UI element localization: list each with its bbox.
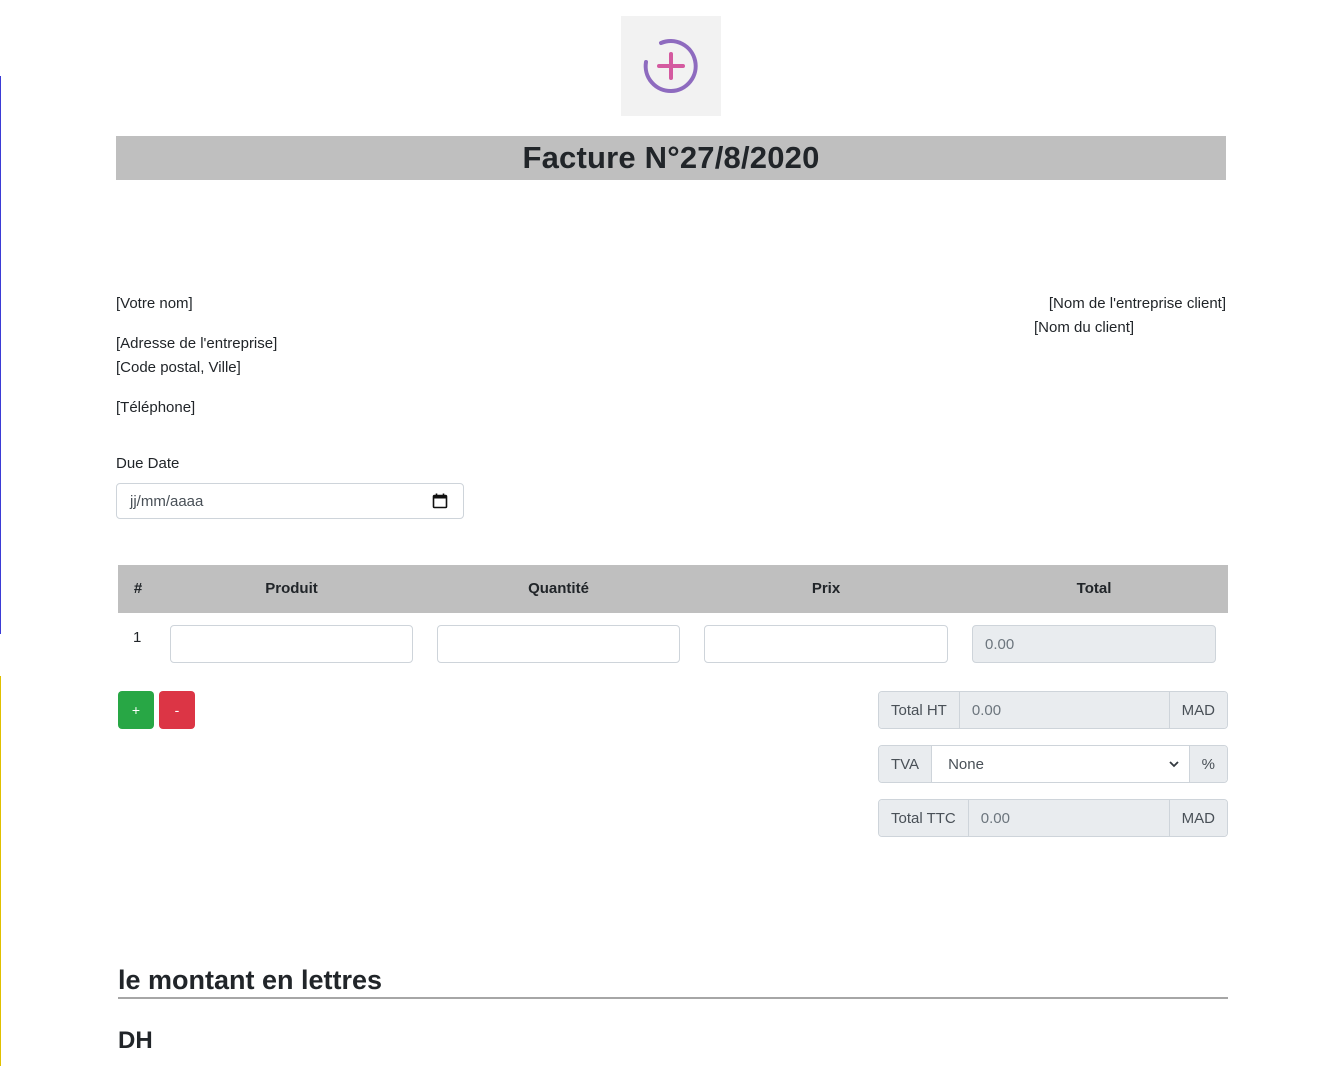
header-total: Total (1076, 580, 1112, 597)
amount-divider (118, 997, 1228, 999)
products-table-header: # Produit Quantité Prix Total (118, 565, 1228, 613)
total-ttc-field: 0.00 (968, 800, 1169, 836)
remove-row-button[interactable]: - (159, 691, 195, 729)
due-date-input[interactable]: jj/mm/aaaa (116, 483, 464, 519)
row-total-field: 0.00 (972, 625, 1216, 663)
due-date-placeholder: jj/mm/aaaa (130, 492, 204, 510)
plus-circle-icon (643, 39, 698, 93)
client-company[interactable]: [Nom de l'entreprise client] (1049, 292, 1226, 316)
prix-input[interactable] (704, 625, 948, 663)
row-index: 1 (133, 629, 142, 646)
sender-city[interactable]: [Code postal, Ville] (116, 356, 241, 380)
total-ht-group: Total HT 0.00 MAD (878, 691, 1228, 729)
calendar-icon[interactable] (432, 493, 448, 509)
amount-currency: DH (118, 1027, 153, 1054)
total-ht-unit: MAD (1168, 692, 1227, 728)
quantite-input[interactable] (437, 625, 680, 663)
amount-in-words-title: le montant en lettres (118, 965, 383, 995)
header-index: # (133, 580, 143, 597)
header-quantite: Quantité (528, 580, 589, 597)
total-ht-field: 0.00 (959, 692, 1169, 728)
add-row-button[interactable]: + (118, 691, 154, 729)
total-ttc-label: Total TTC (879, 800, 969, 836)
invoice-title[interactable]: Facture N°27/8/2020 (522, 140, 819, 176)
sender-address[interactable]: [Adresse de l'entreprise] (116, 332, 277, 356)
tva-select[interactable]: None (932, 746, 1189, 782)
total-ht-label: Total HT (879, 692, 960, 728)
header-produit: Produit (265, 580, 318, 597)
tva-group: TVA None % (878, 745, 1228, 783)
left-edge-blue-line (0, 76, 1, 634)
header-prix: Prix (811, 580, 841, 597)
tva-selected-value: None (948, 755, 984, 773)
total-ttc-unit: MAD (1168, 800, 1227, 836)
tva-unit: % (1188, 746, 1227, 782)
invoice-title-bar: Facture N°27/8/2020 (116, 136, 1226, 180)
due-date-label: Due Date (116, 455, 180, 472)
sender-phone[interactable]: [Téléphone] (116, 396, 195, 420)
client-name[interactable]: [Nom du client] (1034, 316, 1134, 340)
total-ttc-group: Total TTC 0.00 MAD (878, 799, 1228, 837)
tva-label: TVA (879, 746, 933, 782)
left-edge-yellow-line (0, 676, 1, 1066)
produit-input[interactable] (170, 625, 413, 663)
sender-name[interactable]: [Votre nom] (116, 292, 193, 316)
company-logo[interactable] (621, 16, 721, 116)
chevron-down-icon (1169, 761, 1179, 768)
